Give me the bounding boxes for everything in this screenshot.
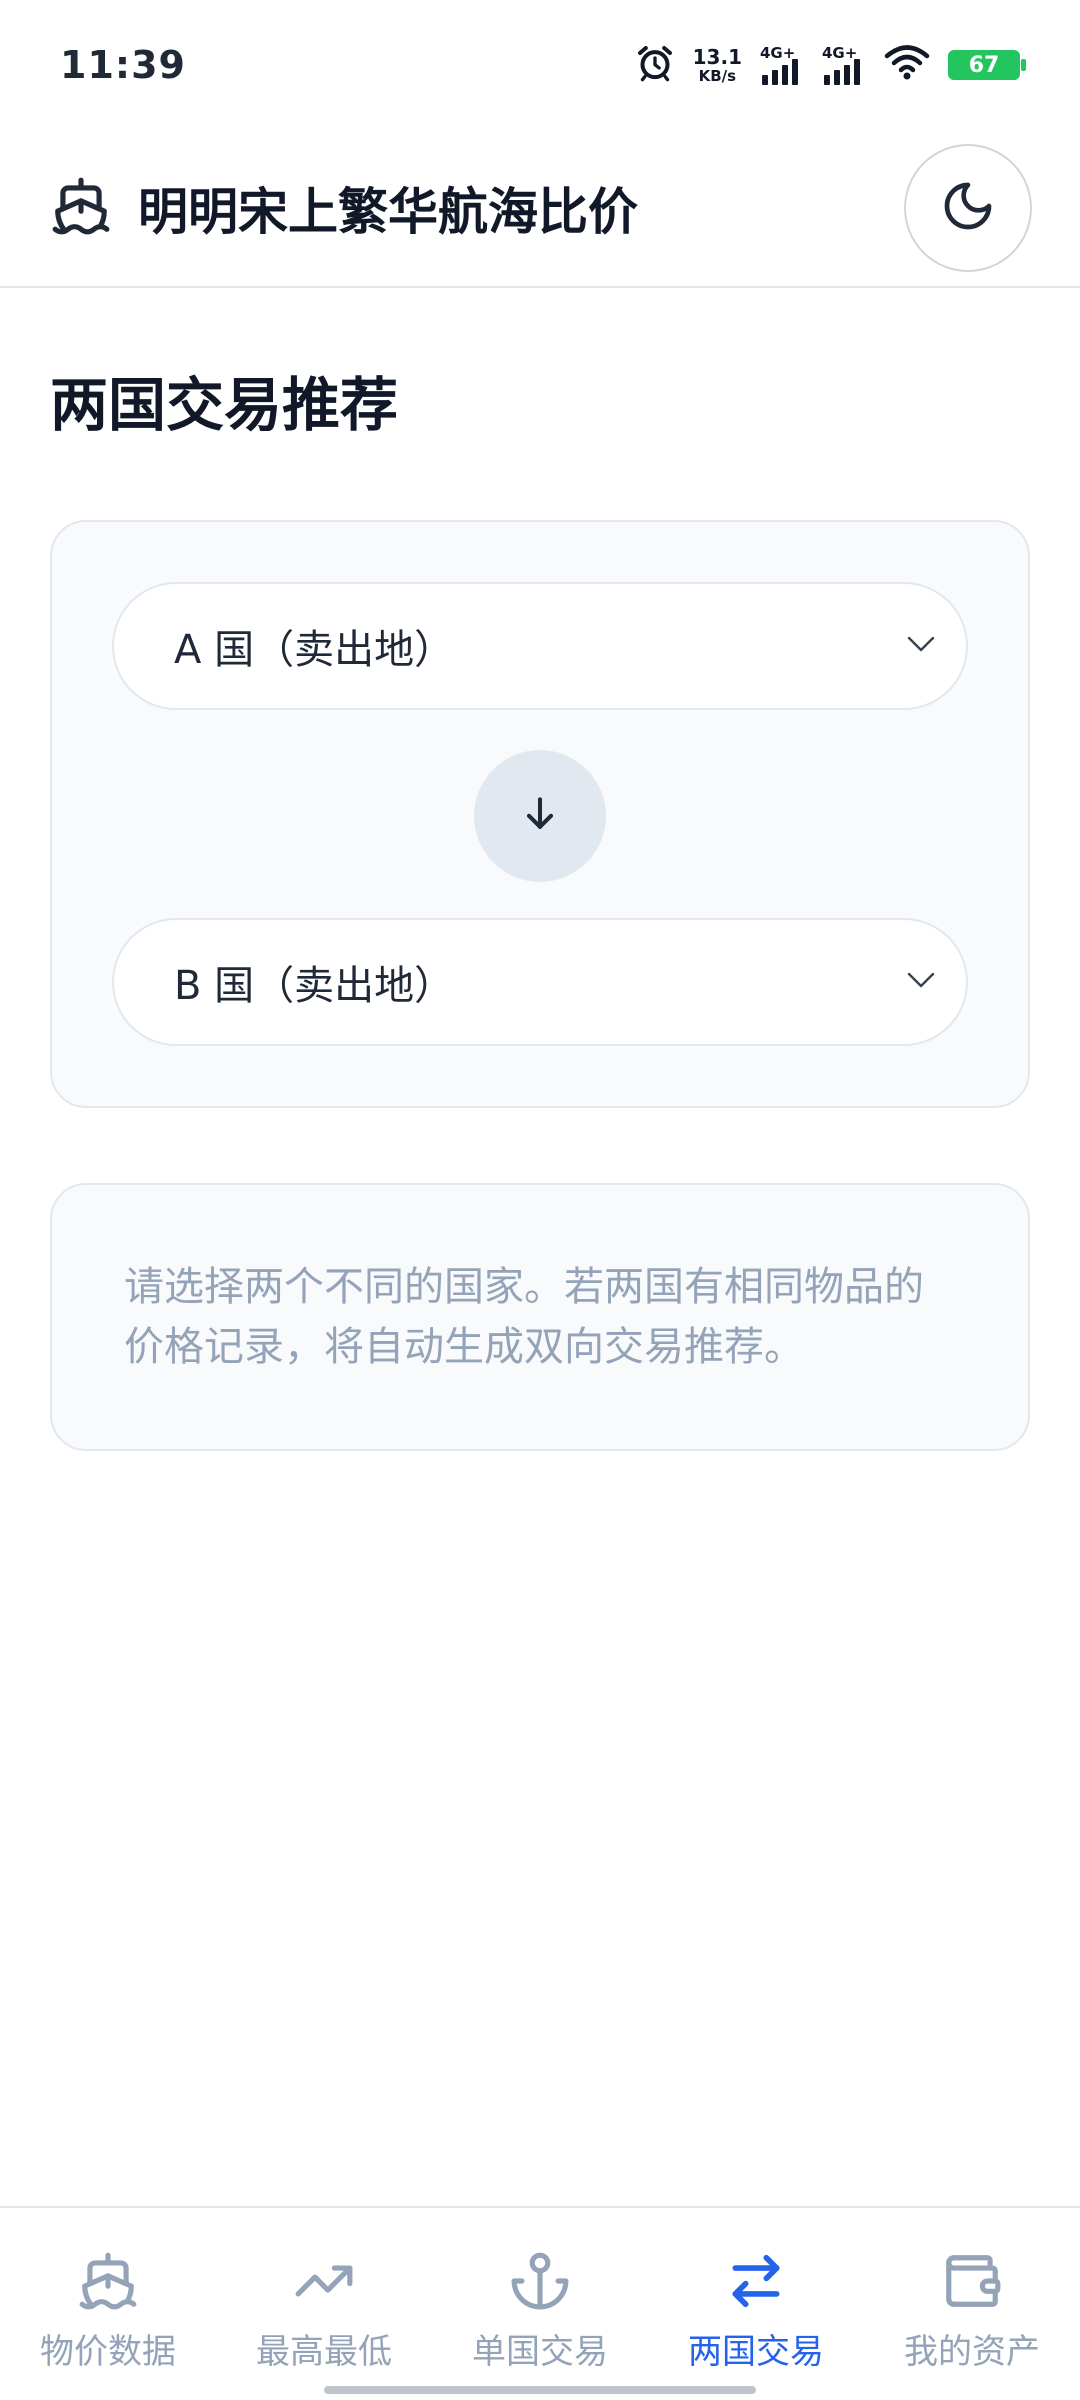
country-select-card: A 国（卖出地） B 国（卖出地）	[50, 520, 1030, 1108]
theme-toggle-button[interactable]	[904, 144, 1032, 272]
net-speed-value: 13.1	[692, 44, 742, 69]
nav-label: 单国交易	[472, 2332, 608, 2372]
app-header: 明明宋上繁华航海比价	[0, 130, 1080, 288]
trending-up-icon	[293, 2250, 355, 2316]
ship-icon	[50, 175, 112, 241]
nav-label: 我的资产	[904, 2332, 1040, 2372]
country-a-select-value: A 国（卖出地）	[174, 627, 455, 673]
wifi-icon	[884, 45, 930, 85]
moon-icon	[940, 178, 996, 238]
country-a-select[interactable]: A 国（卖出地）	[112, 582, 968, 710]
battery-level: 67	[968, 52, 1000, 78]
signal-bars-icon	[824, 58, 860, 85]
wallet-icon	[941, 2250, 1003, 2316]
country-b-select-value: B 国（卖出地）	[174, 963, 455, 1009]
alarm-icon	[635, 43, 675, 87]
bottom-nav: 物价数据 最高最低 单国交易 两国交易 我的资产	[0, 2206, 1080, 2400]
chevron-down-icon	[906, 971, 936, 993]
home-indicator[interactable]	[324, 2386, 756, 2394]
status-bar: 11:39 13.1 KB/s 4G+ 4G+ 67	[0, 0, 1080, 130]
status-time: 11:39	[60, 43, 186, 87]
hint-card: 请选择两个不同的国家。若两国有相同物品的价格记录，将自动生成双向交易推荐。	[50, 1183, 1030, 1451]
nav-label: 两国交易	[688, 2332, 824, 2372]
signal-bars-icon	[762, 58, 798, 85]
nav-label: 物价数据	[40, 2332, 176, 2372]
nav-item-high-low[interactable]: 最高最低	[216, 2208, 432, 2400]
country-b-select[interactable]: B 国（卖出地）	[112, 918, 968, 1046]
chevron-down-icon	[906, 635, 936, 657]
net-speed: 13.1 KB/s	[693, 47, 742, 84]
hint-text: 请选择两个不同的国家。若两国有相同物品的价格记录，将自动生成双向交易推荐。	[124, 1264, 924, 1370]
nav-item-my-assets[interactable]: 我的资产	[864, 2208, 1080, 2400]
page-title: 两国交易推荐	[50, 371, 399, 439]
cell-signal-2: 4G+	[822, 45, 866, 85]
arrow-down-icon	[518, 792, 562, 840]
battery-indicator: 67	[948, 50, 1026, 80]
nav-label: 最高最低	[256, 2332, 392, 2372]
anchor-icon	[509, 2250, 571, 2316]
swap-arrows-icon	[725, 2250, 787, 2316]
nav-item-two-country[interactable]: 两国交易	[648, 2208, 864, 2400]
nav-item-single-country[interactable]: 单国交易	[432, 2208, 648, 2400]
app-title: 明明宋上繁华航海比价	[138, 183, 638, 241]
ship-icon	[77, 2250, 139, 2316]
status-icons: 13.1 KB/s 4G+ 4G+ 67	[635, 43, 1026, 87]
direction-indicator	[474, 750, 606, 882]
net-speed-unit: KB/s	[698, 66, 737, 85]
nav-item-price-data[interactable]: 物价数据	[0, 2208, 216, 2400]
cell-signal-1: 4G+	[760, 45, 804, 85]
